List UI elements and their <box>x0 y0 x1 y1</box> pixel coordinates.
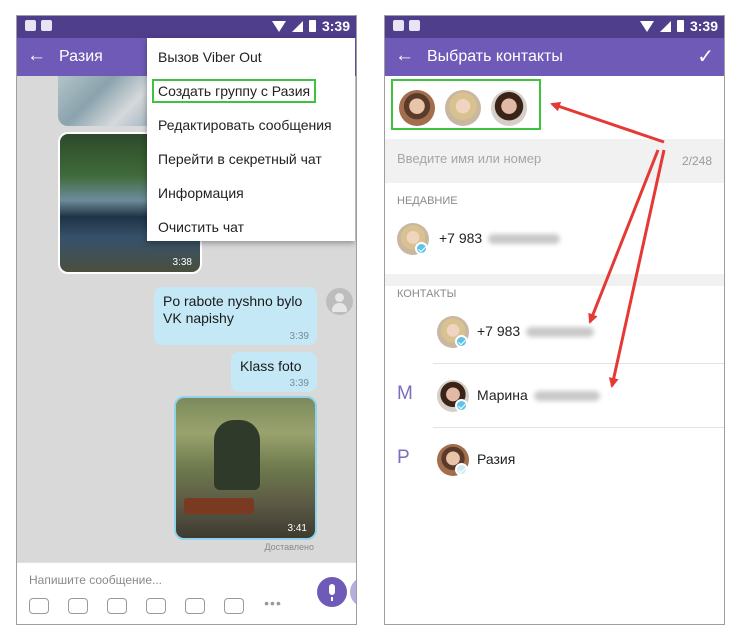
page-header: ← Выбрать контакты ✓ <box>385 38 724 76</box>
screenshot: 3:39 ← Разия 3:38 Po rabote nyshno bylo … <box>0 0 741 640</box>
selected-avatar[interactable] <box>445 90 481 126</box>
notification-icons <box>393 20 420 31</box>
check-icon <box>455 463 468 476</box>
message-text: Po rabote nyshno bylo VK napishy <box>163 293 303 326</box>
photo-message[interactable]: 3:41 <box>174 396 317 540</box>
status-bar: 3:39 <box>17 16 356 38</box>
system-icons: 3:39 <box>639 18 718 34</box>
menu-item-info[interactable]: Информация <box>147 176 355 210</box>
contact-search: 2/248 <box>385 139 724 183</box>
selected-avatar[interactable] <box>399 90 435 126</box>
menu-item-viber-out[interactable]: Вызов Viber Out <box>147 40 355 74</box>
battery-icon <box>308 20 316 32</box>
check-icon <box>455 335 468 348</box>
doodle-icon[interactable] <box>224 598 244 614</box>
notification-icon <box>393 20 404 31</box>
composer-toolbar: ••• <box>29 596 283 614</box>
list-item[interactable]: М Марина <box>385 371 724 421</box>
notification-icons <box>25 20 52 31</box>
status-bar: 3:39 <box>385 16 724 38</box>
wifi-icon <box>271 20 286 32</box>
overflow-menu: Вызов Viber Out Создать группу с Разия Р… <box>147 38 355 241</box>
notification-icon <box>25 20 36 31</box>
notification-icon <box>41 20 52 31</box>
message-text: Klass foto <box>240 358 302 374</box>
select-contacts-screen: 3:39 ← Выбрать контакты ✓ 2/248 НЕДАВНИЕ… <box>384 15 725 625</box>
check-icon <box>455 399 468 412</box>
signal-icon <box>291 20 303 32</box>
wifi-icon <box>639 20 654 32</box>
send-icon[interactable] <box>350 577 356 607</box>
gif-icon[interactable] <box>146 598 166 614</box>
chat-screen: 3:39 ← Разия 3:38 Po rabote nyshno bylo … <box>16 15 357 625</box>
check-icon <box>415 242 428 255</box>
redacted-number <box>488 234 561 245</box>
section-header-contacts: КОНТАКТЫ <box>397 288 457 300</box>
selected-avatar[interactable] <box>491 90 527 126</box>
battery-icon <box>676 20 684 32</box>
message-input[interactable]: Напишите сообщение... <box>29 573 162 587</box>
delivery-status: Доставлено <box>264 542 314 552</box>
list-item[interactable]: +7 983 <box>385 214 724 264</box>
divider <box>433 427 724 428</box>
index-letter: Р <box>397 447 410 468</box>
contact-name: Разия <box>477 451 516 467</box>
sticker-icon[interactable] <box>29 598 49 614</box>
arrow-left-icon[interactable]: ← <box>27 45 46 67</box>
camera-icon[interactable] <box>107 598 127 614</box>
page-title: Выбрать контакты <box>427 48 563 65</box>
signal-icon <box>659 20 671 32</box>
outgoing-message[interactable]: Klass foto 3:39 <box>231 352 317 392</box>
more-icon[interactable]: ••• <box>263 596 283 614</box>
redacted-surname <box>533 391 600 402</box>
section-divider <box>385 274 724 286</box>
redacted-number <box>526 327 595 338</box>
message-time: 3:41 <box>287 523 307 534</box>
notification-icon <box>409 20 420 31</box>
divider <box>433 363 724 364</box>
photo-message[interactable] <box>58 76 157 126</box>
contact-name: Марина <box>477 387 600 403</box>
menu-item-secret-chat[interactable]: Перейти в секретный чат <box>147 142 355 176</box>
message-time: 3:39 <box>289 331 309 342</box>
arrow-left-icon[interactable]: ← <box>395 45 414 67</box>
contact-name: +7 983 <box>439 230 561 246</box>
system-icons: 3:39 <box>271 18 350 34</box>
index-letter: М <box>397 383 413 404</box>
chat-title[interactable]: Разия <box>59 48 103 66</box>
menu-item-clear-chat[interactable]: Очистить чат <box>147 210 355 244</box>
clock: 3:39 <box>689 18 718 34</box>
outgoing-message[interactable]: Po rabote nyshno bylo VK napishy 3:39 <box>154 287 317 345</box>
microphone-icon[interactable] <box>317 577 347 607</box>
search-input[interactable] <box>397 151 637 166</box>
avatar[interactable] <box>326 288 353 315</box>
photo-subject <box>184 498 254 514</box>
list-item[interactable]: +7 983 <box>385 307 724 357</box>
emoji-icon[interactable] <box>68 598 88 614</box>
section-header-recent: НЕДАВНИЕ <box>397 195 458 207</box>
share-icon[interactable] <box>185 598 205 614</box>
list-item[interactable]: Р Разия <box>385 435 724 485</box>
photo-subject <box>214 420 260 490</box>
contact-name: +7 983 <box>477 323 595 339</box>
message-time: 3:39 <box>289 378 309 389</box>
message-time: 3:38 <box>172 257 192 268</box>
composer: Напишите сообщение... ••• <box>17 562 356 624</box>
check-icon[interactable]: ✓ <box>697 44 714 69</box>
selection-counter: 2/248 <box>681 154 712 168</box>
menu-item-edit-messages[interactable]: Редактировать сообщения <box>147 108 355 142</box>
selected-contacts <box>391 79 541 130</box>
clock: 3:39 <box>321 18 350 34</box>
menu-item-create-group[interactable]: Создать группу с Разия <box>147 74 355 108</box>
